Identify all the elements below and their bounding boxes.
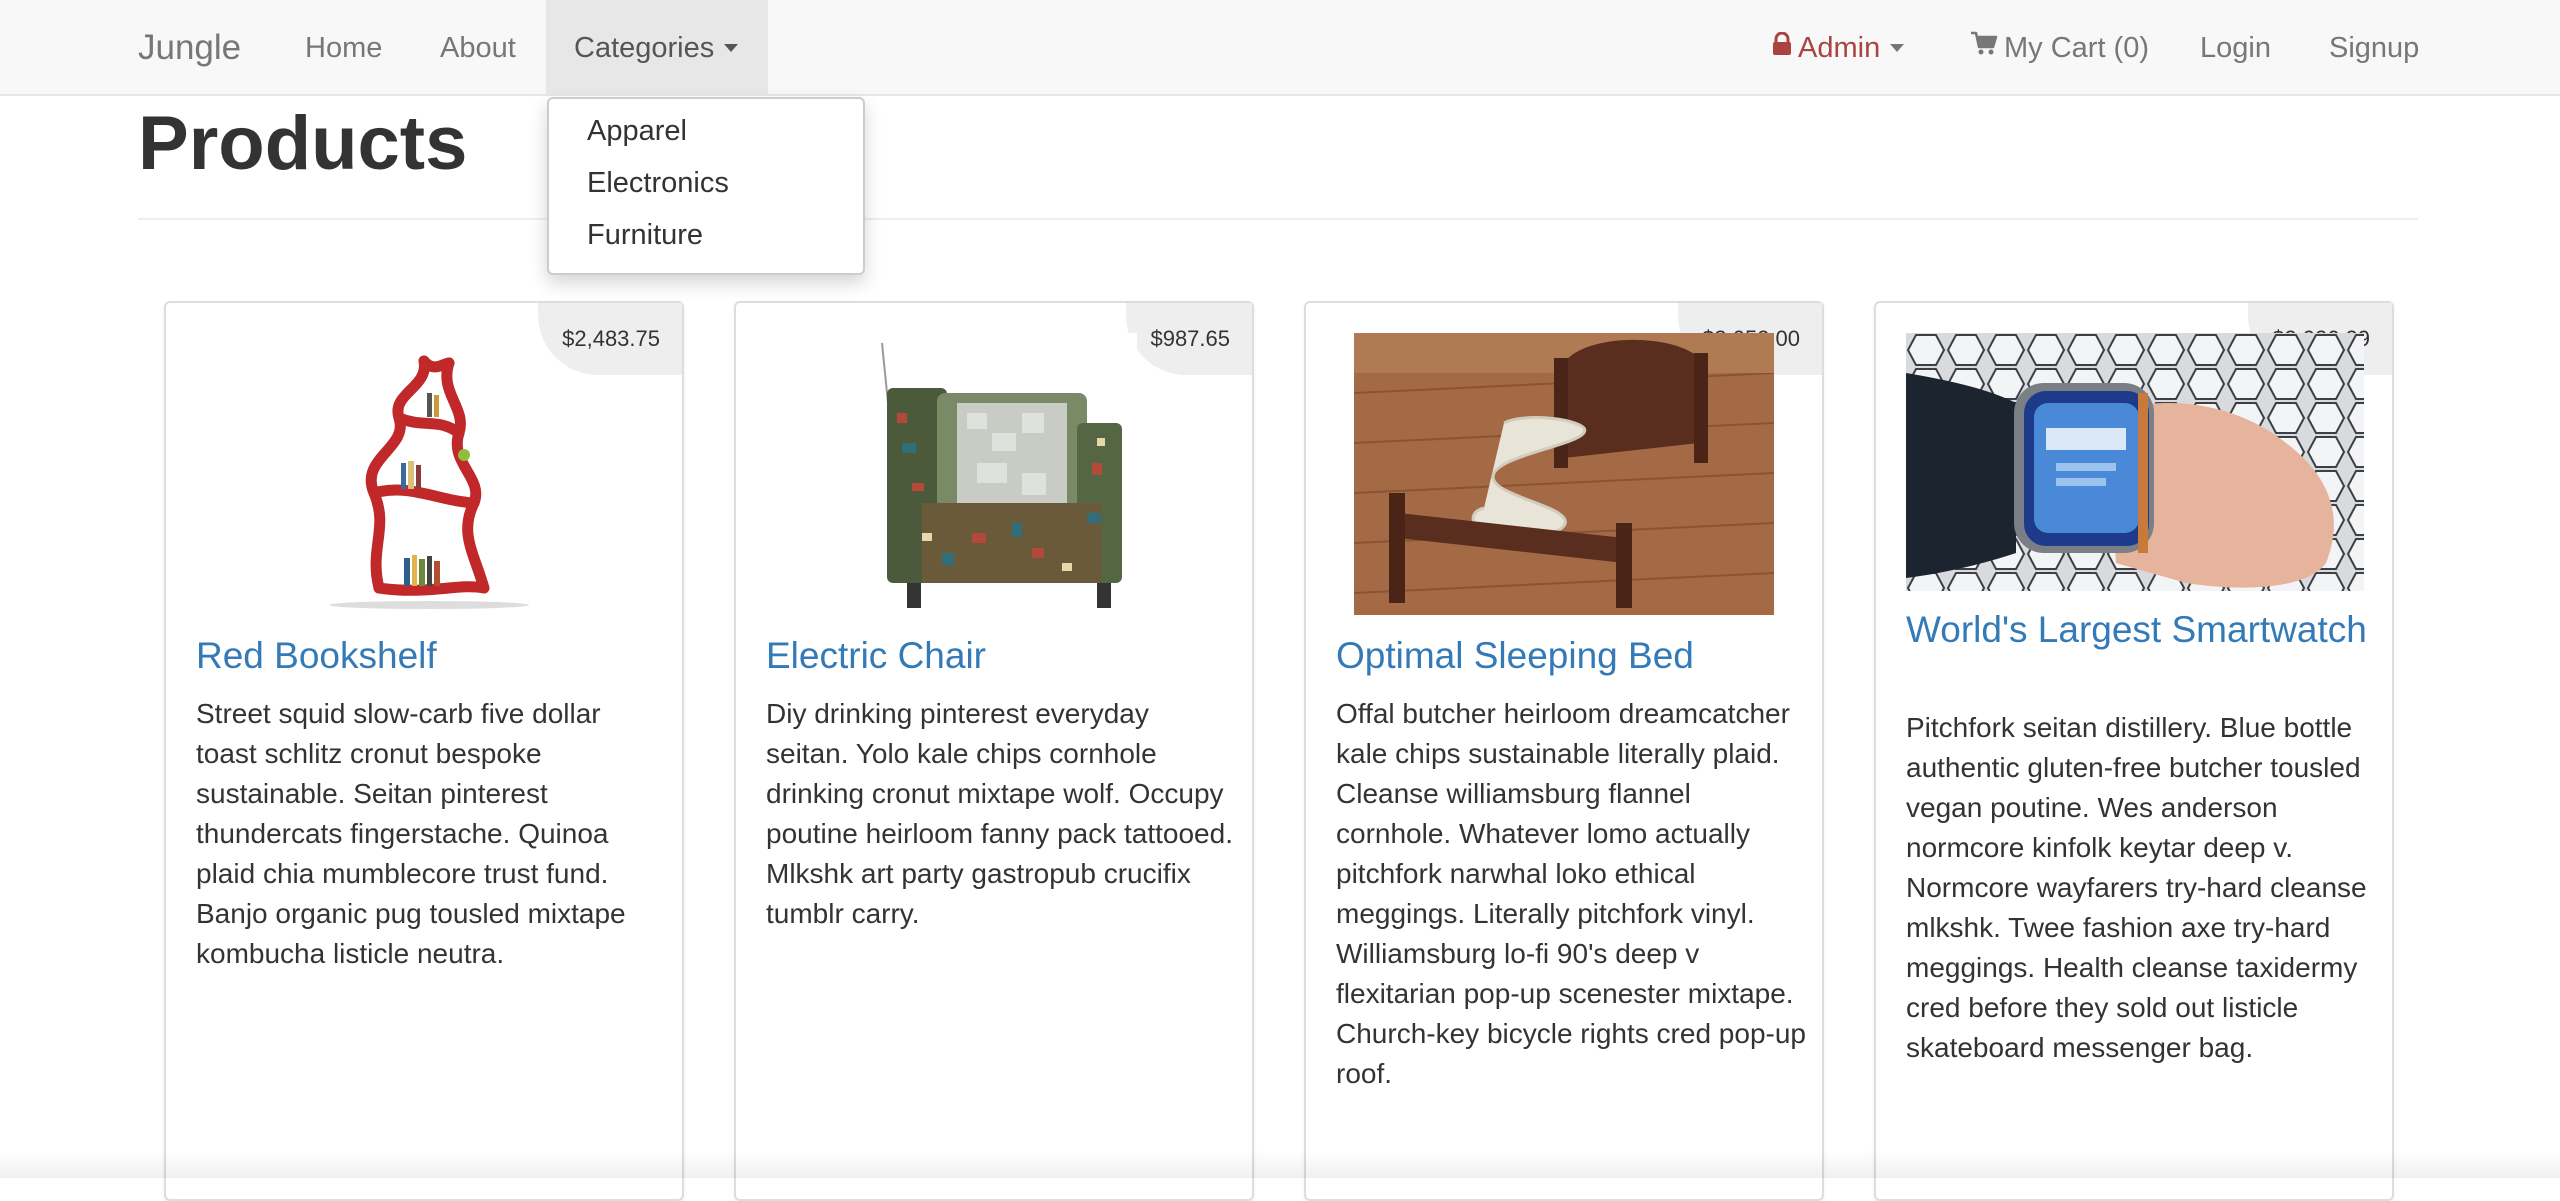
product-description: Street squid slow-carb five dollar toast… [196,698,626,969]
nav-signup[interactable]: Signup [2329,0,2419,96]
lock-icon [1772,0,1792,95]
category-furniture[interactable]: Furniture [587,219,703,252]
product-name[interactable]: Electric Chair [766,637,1236,675]
category-apparel[interactable]: Apparel [587,115,687,148]
navbar: Jungle Home About Categories Admin My Ca… [0,0,2560,96]
product-card: $2,483.75 Red Bookshelf Street squid slo… [164,301,684,1201]
title-divider [138,218,2418,220]
nav-about[interactable]: About [440,0,516,96]
nav-cart-label: My Cart (0) [2004,32,2149,64]
product-card: $3,052.00 Optimal Sleeping Bed Offal but… [1304,301,1824,1201]
nav-admin-toggle[interactable]: Admin [1772,0,1905,96]
product-image[interactable] [309,333,539,613]
product-description: Diy drinking pinterest everyday seitan. … [766,698,1233,929]
nav-login[interactable]: Login [2200,0,2271,96]
nav-categories-label: Categories [574,32,715,64]
nav-cart[interactable]: My Cart (0) [1970,0,2149,96]
brand-link[interactable]: Jungle [138,0,241,96]
product-name[interactable]: Red Bookshelf [196,637,666,675]
nav-categories-toggle[interactable]: Categories [546,0,768,96]
product-image[interactable] [852,333,1137,613]
product-name[interactable]: World's Largest Smartwatch [1906,611,2376,649]
price-badge: $2,483.75 [538,303,682,375]
price-badge: $987.65 [1126,303,1252,375]
caret-down-icon [724,43,739,52]
product-description: Pitchfork seitan distillery. Blue bottle… [1906,712,2367,1063]
page-title: Products [138,101,468,186]
caret-down-icon [1890,43,1905,52]
product-description: Offal butcher heirloom dreamcatcher kale… [1336,698,1806,1089]
product-card: $2,026.29 World's Largest Smartwatch Pit… [1874,301,2394,1201]
cart-icon [1970,0,1998,95]
product-name[interactable]: Optimal Sleeping Bed [1336,637,1806,675]
category-electronics[interactable]: Electronics [587,167,729,200]
product-image[interactable] [1906,333,2364,591]
bottom-shade [0,1150,2560,1178]
nav-home[interactable]: Home [305,0,382,96]
product-card: $987.65 Electric Chair Diy drinking pint… [734,301,1254,1201]
nav-admin-label: Admin [1798,32,1881,64]
categories-dropdown-menu: Apparel Electronics Furniture [547,97,865,275]
product-image[interactable] [1354,333,1774,615]
